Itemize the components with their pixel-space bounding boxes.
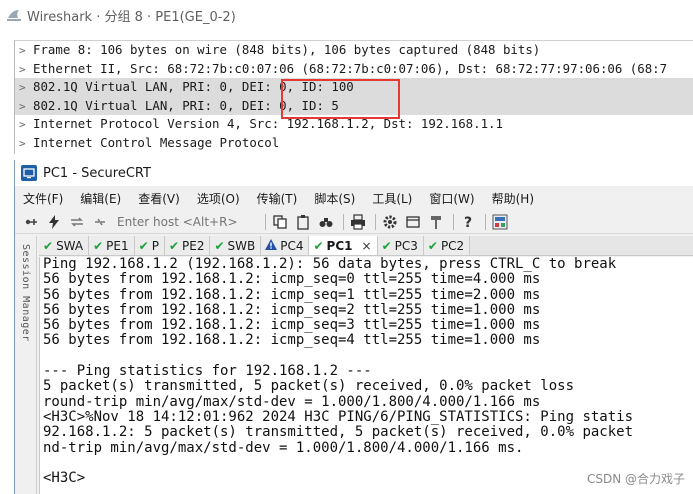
terminal-line: 56 bytes from 192.168.1.2: icmp_seq=3 tt…: [43, 317, 541, 334]
copy-icon[interactable]: [272, 214, 288, 230]
terminal-line: 92.168.1.2: 5 packet(s) transmitted, 5 p…: [43, 424, 634, 441]
session-tab-label: PC2: [440, 238, 465, 253]
warning-icon: [265, 238, 278, 253]
terminal-line: 5 packet(s) transmitted, 5 packet(s) rec…: [43, 378, 575, 395]
reconnect-icon[interactable]: [69, 214, 85, 230]
session-tab-bar: ✔ SWA ✔ PE1 ✔ P ✔ PE2 ✔ SWB PC4 ✔ PC1 × ✔ PC3 ✔ PC2: [39, 236, 693, 256]
securecrt-window-title: PC1 - SecureCRT: [43, 165, 151, 181]
paste-icon[interactable]: [295, 214, 311, 230]
terminal-line: 56 bytes from 192.168.1.2: icmp_seq=2 tt…: [43, 301, 541, 318]
toolbar: ?: [15, 210, 693, 234]
expand-arrow-icon[interactable]: >: [19, 61, 33, 79]
session-options-icon[interactable]: [405, 214, 421, 230]
highlight-box: [281, 79, 400, 119]
checkmark-icon: ✔: [427, 238, 438, 253]
securecrt-app-icon: [21, 165, 37, 181]
menu-item[interactable]: 文件(F): [23, 190, 63, 207]
keymap-icon[interactable]: [428, 214, 444, 230]
securecrt-window: PC1 - SecureCRT 文件(F) 编辑(E) 查看(V) 选项(O) 传输(T…: [14, 160, 693, 494]
packet-detail-row[interactable]: > Frame 8: 106 bytes on wire (848 bits), …: [15, 41, 693, 60]
script-icon[interactable]: [492, 214, 508, 230]
session-tab-swb[interactable]: ✔ SWB: [210, 236, 262, 255]
checkmark-icon: ✔: [313, 238, 324, 253]
session-tab-label: SWA: [56, 238, 84, 253]
wireshark-logo-icon: [6, 7, 22, 23]
help-icon[interactable]: ?: [460, 214, 476, 230]
watermark-text: CSDN @合力戏子: [586, 470, 685, 487]
session-tab-label: PE2: [182, 238, 205, 253]
toolbar-separator: [375, 213, 376, 230]
connect-icon[interactable]: [23, 214, 39, 230]
packet-detail-row[interactable]: > Ethernet II, Src: 68:72:7b:c0:07:06 (68…: [15, 60, 693, 79]
session-tab-pe1[interactable]: ✔ PE1: [89, 236, 135, 255]
session-manager-panel[interactable]: Session Manager: [15, 236, 37, 494]
securecrt-title-bar: PC1 - SecureCRT: [15, 160, 693, 186]
find-icon[interactable]: [318, 214, 334, 230]
terminal-line: <H3C>%Nov 18 14:12:01:962 2024 H3C PING/…: [43, 408, 634, 425]
toolbar-separator: [265, 213, 266, 230]
toolbar-separator: [485, 213, 486, 230]
menu-bar: 文件(F) 编辑(E) 查看(V) 选项(O) 传输(T) 脚本(S) 工具(L) 窗口(W)…: [15, 186, 693, 210]
checkmark-icon: ✔: [214, 238, 225, 253]
expand-arrow-icon[interactable]: >: [19, 98, 33, 116]
packet-detail-text: Frame 8: 106 bytes on wire (848 bits), 1…: [33, 42, 541, 57]
terminal-output[interactable]: Ping 192.168.1.2 (192.168.1.2): 56 data …: [39, 257, 693, 494]
host-input[interactable]: [117, 214, 257, 229]
session-tab-swa[interactable]: ✔ SWA: [39, 236, 90, 255]
menu-item[interactable]: 选项(O): [197, 190, 240, 207]
expand-arrow-icon[interactable]: >: [19, 42, 33, 60]
session-manager-label: Session Manager: [20, 244, 31, 342]
menu-item[interactable]: 工具(L): [372, 190, 412, 207]
session-tab-pc3[interactable]: ✔ PC3: [377, 236, 424, 255]
checkmark-icon: ✔: [168, 238, 179, 253]
print-icon[interactable]: [350, 213, 366, 230]
menu-item[interactable]: 帮助(H): [492, 190, 534, 207]
wireshark-title-bar: Wireshark · 分组 8 · PE1(GE_0-2): [0, 0, 693, 30]
session-tab-pc1[interactable]: ✔ PC1 ×: [309, 236, 378, 255]
terminal-line: 56 bytes from 192.168.1.2: icmp_seq=4 tt…: [43, 332, 541, 349]
session-tab-label: SWB: [227, 238, 256, 253]
packet-detail-row[interactable]: > Internet Control Message Protocol: [15, 134, 693, 153]
expand-arrow-icon[interactable]: >: [19, 79, 33, 97]
menu-item[interactable]: 脚本(S): [314, 190, 355, 207]
svg-text:?: ?: [464, 215, 472, 230]
terminal-line: Ping 192.168.1.2 (192.168.1.2): 56 data …: [43, 257, 617, 272]
checkmark-icon: ✔: [138, 238, 149, 253]
session-tab-label: P: [151, 238, 159, 253]
toolbar-separator: [453, 213, 454, 230]
session-tab-p[interactable]: ✔ P: [134, 236, 165, 255]
expand-arrow-icon[interactable]: >: [19, 135, 33, 153]
session-tab-label: PC1: [326, 238, 353, 253]
packet-detail-text: Ethernet II, Src: 68:72:7b:c0:07:06 (68:…: [33, 60, 668, 76]
menu-item[interactable]: 传输(T): [257, 190, 298, 207]
gear-icon[interactable]: [382, 214, 398, 230]
menu-item[interactable]: 编辑(E): [80, 190, 121, 207]
checkmark-icon: ✔: [93, 238, 104, 253]
session-tab-label: PC3: [394, 238, 418, 253]
disconnect-icon[interactable]: [92, 214, 108, 230]
terminal-line: --- Ping statistics for 192.168.1.2 ---: [43, 363, 372, 380]
menu-item[interactable]: 查看(V): [138, 190, 180, 207]
toolbar-separator: [343, 213, 344, 230]
terminal-line: round-trip min/avg/max/std-dev = 1.000/1…: [43, 393, 541, 410]
close-tab-icon[interactable]: ×: [362, 239, 372, 253]
checkmark-icon: ✔: [381, 238, 392, 253]
menu-item[interactable]: 窗口(W): [429, 190, 474, 207]
packet-detail-text: Internet Control Message Protocol: [33, 134, 280, 150]
terminal-line: 56 bytes from 192.168.1.2: icmp_seq=1 tt…: [43, 286, 541, 303]
session-tab-label: PC4: [280, 238, 304, 253]
quick-connect-icon[interactable]: [46, 214, 62, 230]
packet-detail-text: Internet Protocol Version 4, Src: 192.16…: [33, 116, 503, 132]
terminal-line: nd-trip min/avg/max/std-dev = 1.000/1.80…: [43, 439, 524, 456]
wireshark-window-title: Wireshark · 分组 8 · PE1(GE_0-2): [27, 9, 236, 25]
terminal-line: 56 bytes from 192.168.1.2: icmp_seq=0 tt…: [43, 271, 541, 288]
session-tab-pc4[interactable]: PC4: [261, 236, 310, 255]
checkmark-icon: ✔: [43, 238, 54, 253]
session-tab-pc2[interactable]: ✔ PC2: [423, 236, 471, 255]
expand-arrow-icon[interactable]: >: [19, 116, 33, 134]
session-tab-pe2[interactable]: ✔ PE2: [164, 236, 211, 255]
session-tab-label: PE1: [106, 238, 129, 253]
